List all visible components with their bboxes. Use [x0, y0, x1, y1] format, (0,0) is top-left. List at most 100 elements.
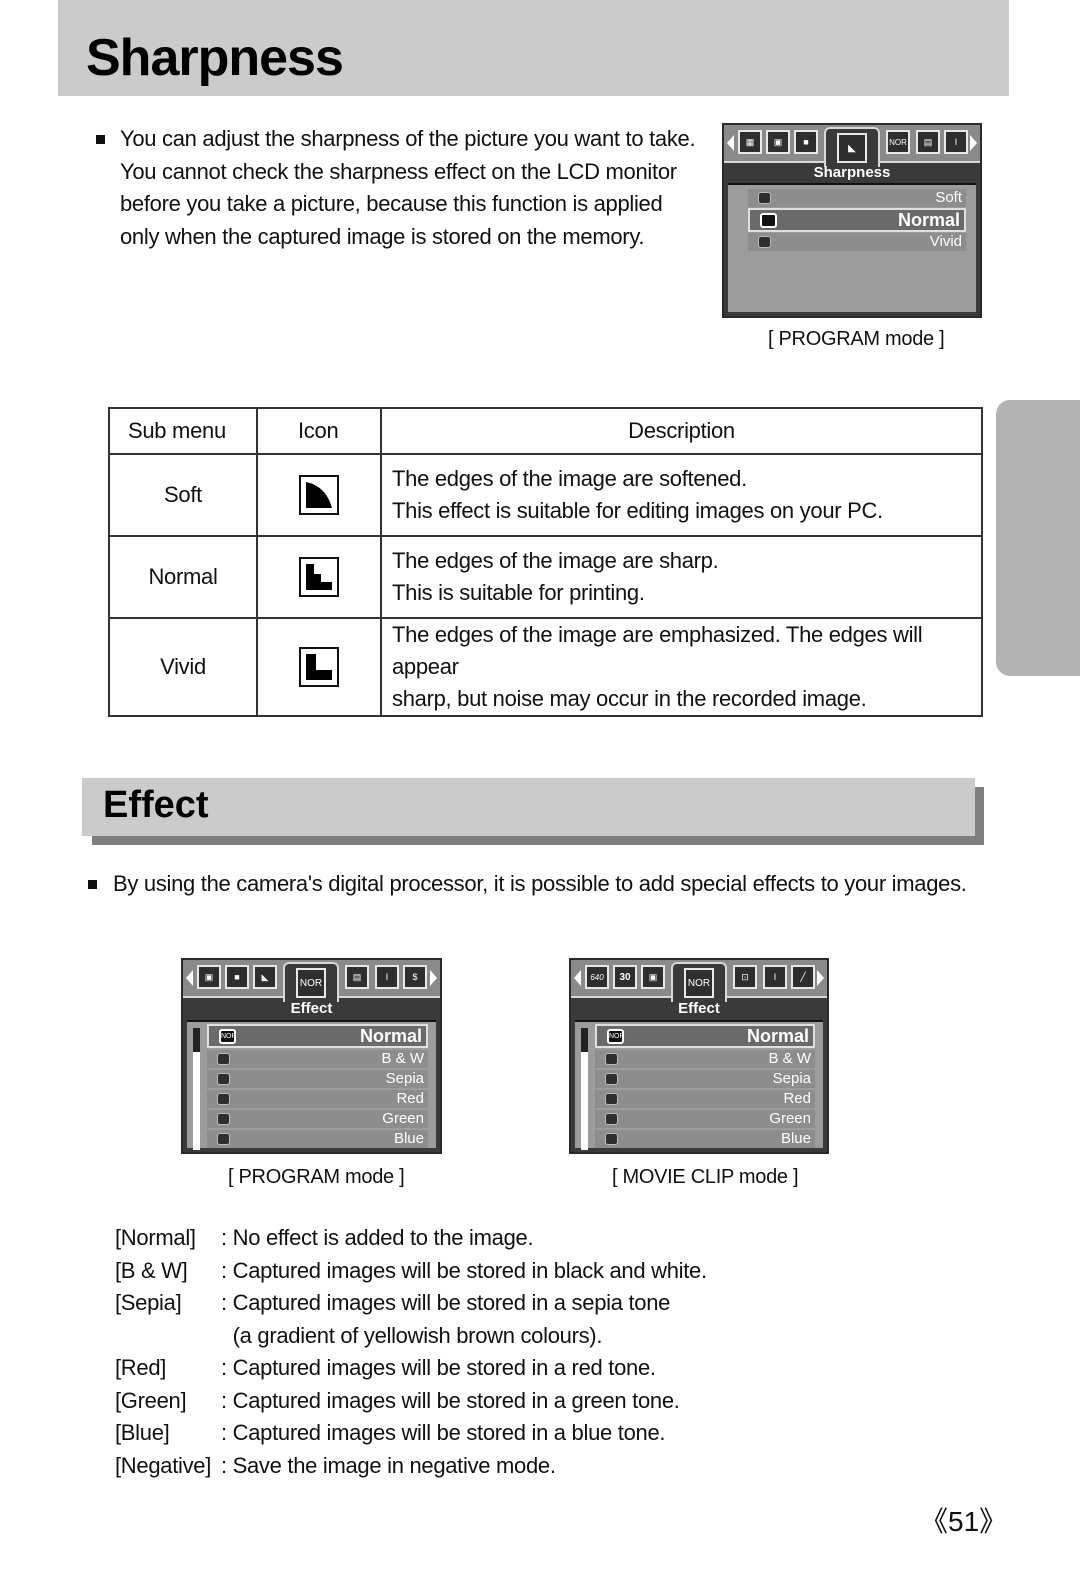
option-label: Sepia	[772, 1070, 811, 1087]
arrow-right-icon[interactable]	[817, 970, 824, 986]
sharpness-normal-icon	[760, 213, 777, 228]
row-icon-cell	[256, 453, 382, 537]
wrench-icon[interactable]: ╱	[791, 965, 815, 989]
arrow-right-icon[interactable]	[970, 135, 977, 151]
option-label: Vivid	[929, 233, 962, 250]
arrow-left-icon[interactable]	[186, 970, 193, 986]
lcd-option-blue[interactable]: Blue	[595, 1130, 815, 1148]
photo-icon[interactable]: ▤	[916, 130, 940, 154]
desc-line: sharp, but noise may occur in the record…	[392, 686, 867, 711]
bullet-icon	[96, 135, 105, 144]
desc-line: The edges of the image are sharp.	[392, 548, 719, 573]
table-row: Normal The edges of the image are sharp.…	[108, 535, 983, 619]
nor-icon: NOR	[219, 1029, 237, 1044]
definition-value: : Captured images will be stored in blac…	[221, 1257, 707, 1283]
row-name: Soft	[108, 453, 258, 537]
intro-line: You cannot check the sharpness effect on…	[120, 158, 677, 184]
nor-icon[interactable]: NOR	[886, 130, 910, 154]
effect-lcd-movie: 640 30 ▣ NOR ⊡ Ⅰ ╱ Effect NOR Normal B & …	[569, 958, 829, 1154]
metering-icon[interactable]: ⊡	[733, 965, 757, 989]
arrow-left-icon[interactable]	[727, 135, 734, 151]
arrow-right-icon[interactable]	[430, 970, 437, 986]
bracket-icon[interactable]: Ⅰ	[375, 965, 399, 989]
sharpness-table: Sub menu Icon Description Soft The edges…	[108, 407, 983, 717]
lcd-option-green[interactable]: Green	[595, 1110, 815, 1128]
frame-icon[interactable]: ▣	[641, 965, 665, 989]
option-label: Sepia	[385, 1070, 424, 1087]
bracket-icon[interactable]: Ⅰ	[944, 130, 968, 154]
lcd-option-soft[interactable]: Soft	[748, 189, 966, 207]
lcd-option-red[interactable]: Red	[207, 1090, 428, 1108]
resolution-640-icon[interactable]: 640	[585, 965, 609, 989]
option-label: Normal	[359, 1026, 422, 1046]
grid-icon[interactable]: ▦	[738, 130, 762, 154]
sharpness-vivid-icon	[299, 647, 339, 687]
effect-tab-icon[interactable]: NOR	[283, 962, 339, 1002]
lcd-option-bw[interactable]: B & W	[595, 1050, 815, 1068]
definition-value: : Save the image in negative mode.	[221, 1452, 556, 1478]
arrow-left-icon[interactable]	[574, 970, 581, 986]
header-description: Description	[380, 407, 983, 455]
lcd-option-red[interactable]: Red	[595, 1090, 815, 1108]
header-submenu: Sub menu	[108, 407, 258, 455]
row-name: Normal	[108, 535, 258, 619]
option-label: Green	[769, 1110, 811, 1127]
lcd-option-sepia[interactable]: Sepia	[595, 1070, 815, 1088]
sharpness-icon[interactable]: ◣	[253, 965, 277, 989]
lcd-tab-bar: ▣ ■ ◣ NOR ▤ Ⅰ $	[183, 960, 440, 1002]
header-icon: Icon	[256, 407, 382, 455]
sharpness-title: Sharpness	[86, 29, 344, 87]
scrollbar-thumb[interactable]	[193, 1028, 200, 1052]
option-label: Red	[783, 1090, 811, 1107]
lcd-options-panel: NOR Normal B & W Sepia Red Green Blue	[187, 1020, 436, 1150]
lcd-option-normal[interactable]: NOR Normal	[595, 1024, 815, 1048]
lcd-option-green[interactable]: Green	[207, 1110, 428, 1128]
sharpness-tab-icon[interactable]: ◣	[824, 127, 880, 167]
bw-effect-icon	[605, 1053, 618, 1065]
nor-icon: NOR	[684, 968, 714, 998]
desc-line: The edges of the image are softened.	[392, 466, 747, 491]
square-icon[interactable]: ■	[794, 130, 818, 154]
definition-key: [B & W]	[115, 1257, 188, 1283]
scrollbar[interactable]	[193, 1028, 200, 1150]
intro-line: only when the captured image is stored o…	[120, 223, 645, 249]
lcd-option-bw[interactable]: B & W	[207, 1050, 428, 1068]
square-icon[interactable]: ■	[225, 965, 249, 989]
scrollbar[interactable]	[581, 1028, 588, 1150]
red-effect-icon	[605, 1093, 618, 1105]
effect-intro-text: By using the camera's digital processor,…	[113, 871, 967, 896]
table-row: Soft The edges of the image are softened…	[108, 453, 983, 537]
frame-icon[interactable]: ▣	[766, 130, 790, 154]
photo-icon[interactable]: ▤	[345, 965, 369, 989]
option-label: Blue	[393, 1130, 424, 1147]
lcd-options-panel: Soft Normal Vivid	[728, 183, 976, 312]
effect-tab-icon[interactable]: NOR	[671, 962, 727, 1002]
option-label: Normal	[746, 1026, 809, 1046]
definition-key: [Normal]	[115, 1225, 196, 1250]
sharpness-soft-icon	[758, 192, 771, 204]
sepia-effect-icon	[217, 1073, 230, 1085]
lcd-tab-bar: 640 30 ▣ NOR ⊡ Ⅰ ╱	[571, 960, 827, 1002]
desc-line: This is suitable for printing.	[392, 580, 645, 605]
settings-dollar-icon[interactable]: $	[403, 965, 427, 989]
desc-line: This effect is suitable for editing imag…	[392, 498, 883, 523]
green-effect-icon	[217, 1113, 230, 1125]
page-number: 《51》	[920, 1506, 1008, 1537]
effect-program-caption: [ PROGRAM mode ]	[228, 1166, 405, 1188]
lcd-option-vivid[interactable]: Vivid	[748, 233, 966, 251]
option-label: B & W	[768, 1050, 811, 1067]
blue-effect-icon	[605, 1133, 618, 1145]
frame-icon[interactable]: ▣	[197, 965, 221, 989]
definition-key: [Green]	[115, 1387, 187, 1413]
lcd-option-sepia[interactable]: Sepia	[207, 1070, 428, 1088]
sharpness-lcd-caption: [ PROGRAM mode ]	[768, 328, 945, 350]
frame-rate-30-icon[interactable]: 30	[613, 965, 637, 989]
lcd-option-blue[interactable]: Blue	[207, 1130, 428, 1148]
lcd-option-normal[interactable]: NOR Normal	[207, 1024, 428, 1048]
lcd-option-normal[interactable]: Normal	[748, 208, 966, 232]
bracket-icon[interactable]: Ⅰ	[763, 965, 787, 989]
definition-value: : Captured images will be stored in a se…	[221, 1290, 671, 1315]
sharpness-normal-icon	[299, 557, 339, 597]
lcd-menu-title: Effect	[678, 1000, 720, 1017]
scrollbar-thumb[interactable]	[581, 1028, 588, 1052]
